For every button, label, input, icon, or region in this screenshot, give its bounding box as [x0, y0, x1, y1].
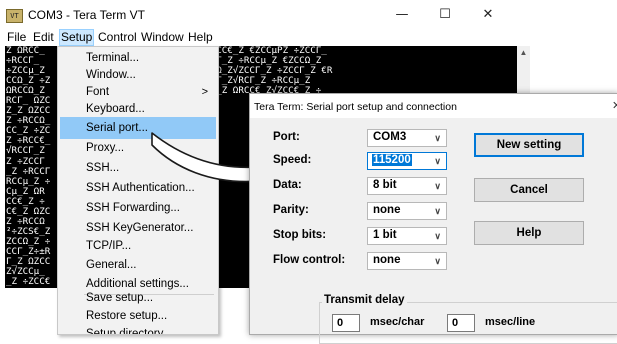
minimize-button[interactable]: —	[385, 4, 419, 26]
parity-value: none	[373, 204, 401, 216]
stop-bits-select[interactable]: 1 bit ∨	[367, 227, 447, 245]
parity-select[interactable]: none ∨	[367, 202, 447, 220]
menu-setup[interactable]: Setup	[59, 29, 95, 46]
transmit-delay-label: Transmit delay	[322, 294, 407, 306]
flow-control-select[interactable]: none ∨	[367, 252, 447, 270]
menu-bar: File Edit Setup Control Window Help	[0, 29, 532, 46]
line-delay-input[interactable]: 0	[447, 314, 475, 332]
data-bits-value: 8 bit	[373, 179, 397, 191]
menu-item-setup-directory[interactable]: Setup directory...	[60, 323, 216, 334]
port-select[interactable]: COM3 ∨	[367, 129, 447, 147]
port-value: COM3	[373, 131, 407, 143]
port-label: Port:	[273, 131, 300, 143]
speed-select[interactable]: 115200 ∨	[367, 152, 447, 170]
char-delay-input[interactable]: 0	[332, 314, 360, 332]
title-bar[interactable]: VT COM3 - Tera Term VT — ☐ ✕	[0, 0, 532, 30]
parity-label: Parity:	[273, 204, 309, 216]
transmit-delay-group: Transmit delay 0 msec/char 0 msec/line	[319, 294, 617, 344]
menu-window[interactable]: Window	[140, 30, 185, 46]
serial-port-dialog: Tera Term: Serial port setup and connect…	[249, 93, 617, 344]
tera-term-icon: VT	[6, 9, 23, 23]
dialog-close-icon[interactable]: ✕	[612, 99, 617, 112]
chevron-down-icon: ∨	[434, 231, 441, 241]
chevron-down-icon: ∨	[434, 206, 441, 216]
menu-file[interactable]: File	[6, 30, 27, 46]
speed-label: Speed:	[273, 154, 312, 166]
speed-value: 115200	[372, 154, 412, 166]
scroll-up-icon[interactable]: ▲	[517, 48, 530, 57]
line-delay-unit: msec/line	[485, 316, 536, 328]
chevron-down-icon: ∨	[434, 156, 441, 166]
stop-bits-value: 1 bit	[373, 229, 397, 241]
help-button[interactable]: Help	[474, 221, 584, 245]
window-title: COM3 - Tera Term VT	[28, 8, 145, 22]
maximize-button[interactable]: ☐	[428, 4, 462, 26]
dialog-title: Tera Term: Serial port setup and connect…	[254, 101, 457, 113]
dialog-body: Port: COM3 ∨ Speed: 115200 ∨ Data: 8 bit…	[250, 118, 617, 344]
stop-bits-label: Stop bits:	[273, 229, 327, 241]
char-delay-unit: msec/char	[370, 316, 425, 328]
flow-control-label: Flow control:	[273, 254, 346, 266]
data-bits-select[interactable]: 8 bit ∨	[367, 177, 447, 195]
chevron-down-icon: ∨	[434, 256, 441, 266]
menu-control[interactable]: Control	[97, 30, 138, 46]
flow-control-value: none	[373, 254, 401, 266]
chevron-down-icon: ∨	[434, 181, 441, 191]
data-label: Data:	[273, 179, 302, 191]
cancel-button[interactable]: Cancel	[474, 178, 584, 202]
menu-edit[interactable]: Edit	[32, 30, 55, 46]
menu-help[interactable]: Help	[187, 30, 214, 46]
new-setting-button[interactable]: New setting	[474, 133, 584, 157]
close-button[interactable]: ✕	[471, 4, 505, 26]
chevron-down-icon: ∨	[434, 133, 441, 143]
menu-item-font-label: Font	[86, 86, 110, 98]
